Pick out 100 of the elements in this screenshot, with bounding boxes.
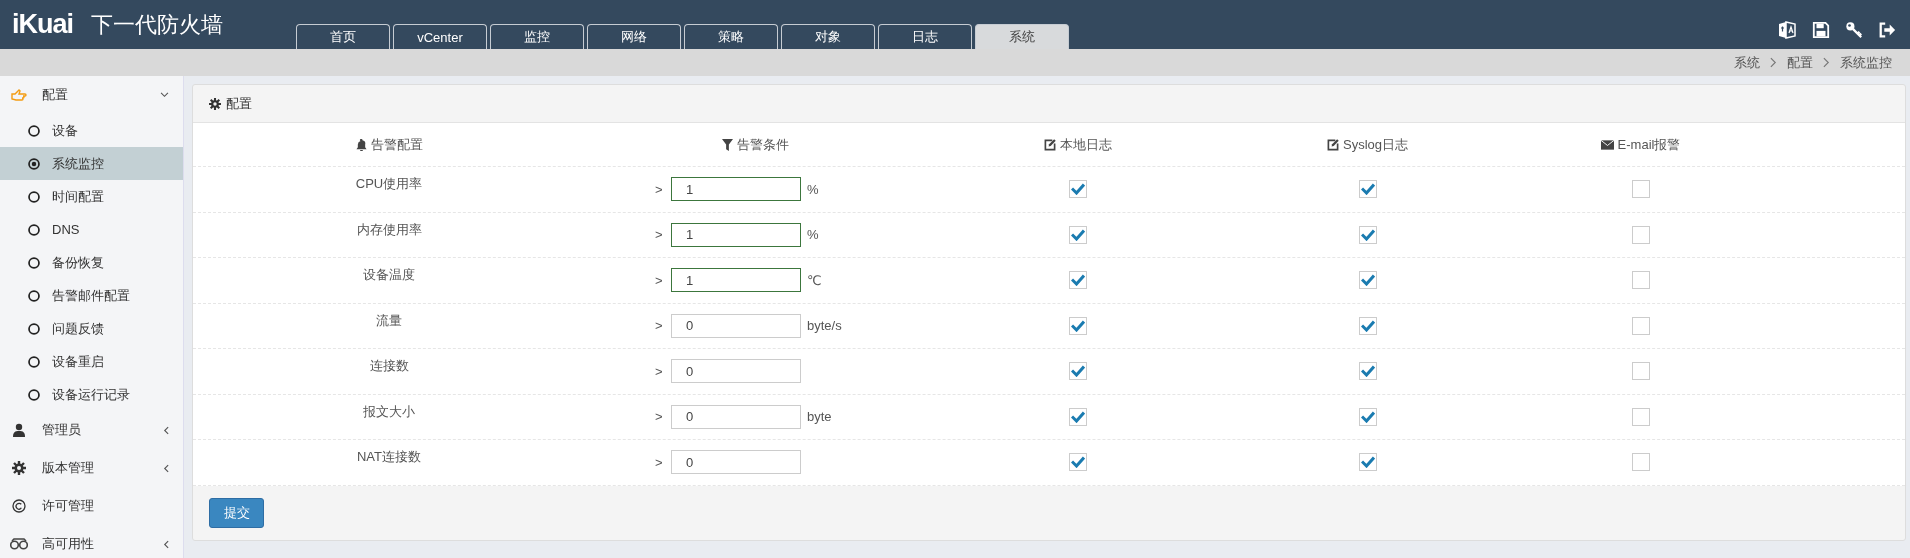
checkbox[interactable] [1358, 407, 1377, 426]
sidebar-item[interactable]: 系统监控 [0, 147, 183, 180]
sidebar-item[interactable]: DNS [0, 213, 183, 246]
gear-icon [10, 461, 28, 475]
checkbox[interactable] [1631, 453, 1650, 472]
threshold-field[interactable]: 1 [671, 268, 801, 293]
sidebar-group-label: 许可管理 [42, 497, 95, 515]
checkbox[interactable] [1631, 316, 1650, 335]
column-header: 告警配置 [370, 135, 423, 154]
checkbox[interactable] [1631, 362, 1650, 381]
threshold-field[interactable]: 1 [671, 177, 801, 202]
chevron-right-icon [1823, 57, 1830, 68]
metric-label: 流量 [376, 311, 402, 330]
sidebar-item-label: 备份恢复 [52, 253, 104, 272]
operator-text: > [655, 181, 664, 197]
radio-circle-icon [28, 223, 40, 236]
sidebar-group-label: 管理员 [42, 421, 82, 439]
bell-icon [355, 138, 367, 151]
unit-text: % [807, 227, 819, 243]
unit-text: % [807, 181, 819, 197]
nav-tab[interactable]: 系统 [975, 24, 1069, 49]
checkbox[interactable] [1358, 271, 1377, 290]
threshold-field[interactable]: 0 [671, 313, 801, 338]
sidebar-item-label: DNS [52, 222, 80, 237]
radio-circle-icon [28, 190, 40, 203]
user-icon [10, 423, 28, 437]
threshold-field[interactable]: 1 [671, 222, 801, 247]
gear-icon [209, 97, 221, 110]
checkbox[interactable] [1631, 271, 1650, 290]
threshold-field[interactable]: 0 [671, 450, 801, 475]
product-title: 下一代防火墙 [91, 10, 223, 39]
radio-circle-icon [28, 124, 40, 137]
unit-text: ℃ [807, 272, 822, 288]
breadcrumb-link[interactable]: 系统 [1734, 53, 1760, 72]
save-icon[interactable] [1812, 21, 1830, 39]
nav-tab[interactable]: vCenter [393, 24, 487, 49]
column-header: 告警条件 [736, 135, 789, 154]
checkbox[interactable] [1069, 271, 1087, 290]
checkbox[interactable] [1358, 362, 1377, 381]
operator-text: > [655, 454, 664, 470]
radio-circle-icon [28, 256, 40, 269]
checkbox[interactable] [1069, 407, 1087, 426]
key-icon[interactable] [1845, 21, 1863, 39]
logout-icon[interactable] [1878, 21, 1896, 39]
sidebar-group[interactable]: 管理员 [0, 411, 183, 449]
metric-label: 连接数 [369, 357, 409, 376]
sidebar-item-label: 设备 [52, 121, 78, 140]
sidebar-group[interactable]: 版本管理 [0, 449, 183, 487]
nav-tab[interactable]: 策略 [684, 24, 778, 49]
nav-tab[interactable]: 日志 [878, 24, 972, 49]
translate-icon[interactable] [1777, 20, 1797, 40]
edit-icon [1327, 138, 1339, 151]
sidebar-item-label: 问题反馈 [52, 319, 104, 338]
sidebar-group[interactable]: 配置 [0, 76, 183, 114]
sidebar-group[interactable]: 许可管理 [0, 487, 183, 525]
checkbox[interactable] [1631, 180, 1650, 199]
submit-button[interactable]: 提交 [209, 497, 264, 528]
sidebar-item[interactable]: 设备 [0, 114, 183, 147]
checkbox[interactable] [1069, 453, 1087, 472]
sidebar-item[interactable]: 问题反馈 [0, 312, 183, 345]
radio-circle-icon [28, 355, 40, 368]
checkbox[interactable] [1069, 316, 1087, 335]
column-header: Syslog日志 [1343, 135, 1408, 154]
edit-icon [1044, 138, 1056, 151]
nav-tab[interactable]: 对象 [781, 24, 875, 49]
sidebar-group-label: 版本管理 [42, 459, 95, 477]
radio-circle-icon [28, 289, 40, 302]
checkbox[interactable] [1358, 180, 1377, 199]
sidebar-item[interactable]: 时间配置 [0, 180, 183, 213]
breadcrumb-link[interactable]: 配置 [1787, 53, 1813, 72]
checkbox[interactable] [1069, 225, 1087, 244]
nav-tab[interactable]: 监控 [490, 24, 584, 49]
checkbox[interactable] [1069, 180, 1087, 199]
panel-title: 配置 [226, 94, 252, 113]
sidebar-item[interactable]: 告警邮件配置 [0, 279, 183, 312]
operator-text: > [655, 409, 664, 425]
checkbox[interactable] [1358, 453, 1377, 472]
threshold-field[interactable]: 0 [671, 404, 801, 429]
filter-icon [721, 138, 733, 151]
metric-label: NAT连接数 [356, 448, 421, 467]
copyright-icon [10, 499, 28, 513]
sidebar-group[interactable]: 高可用性 [0, 525, 183, 558]
breadcrumb-link[interactable]: 系统监控 [1840, 53, 1892, 72]
sidebar-item[interactable]: 备份恢复 [0, 246, 183, 279]
sidebar-item-label: 系统监控 [52, 154, 104, 173]
metric-label: 设备温度 [363, 266, 415, 285]
checkbox[interactable] [1631, 407, 1650, 426]
radio-circle-icon [28, 388, 40, 401]
checkbox[interactable] [1069, 362, 1087, 381]
nav-tab[interactable]: 首页 [296, 24, 390, 49]
checkbox[interactable] [1358, 316, 1377, 335]
threshold-field[interactable]: 0 [671, 359, 801, 384]
checkbox[interactable] [1358, 225, 1377, 244]
sidebar-item[interactable]: 设备运行记录 [0, 378, 183, 411]
envelope-icon [1600, 139, 1614, 150]
sidebar-item[interactable]: 设备重启 [0, 345, 183, 378]
nav-tab[interactable]: 网络 [587, 24, 681, 49]
checkbox[interactable] [1631, 225, 1650, 244]
metric-label: 报文大小 [363, 402, 415, 421]
sidebar-item-label: 设备运行记录 [52, 385, 130, 404]
